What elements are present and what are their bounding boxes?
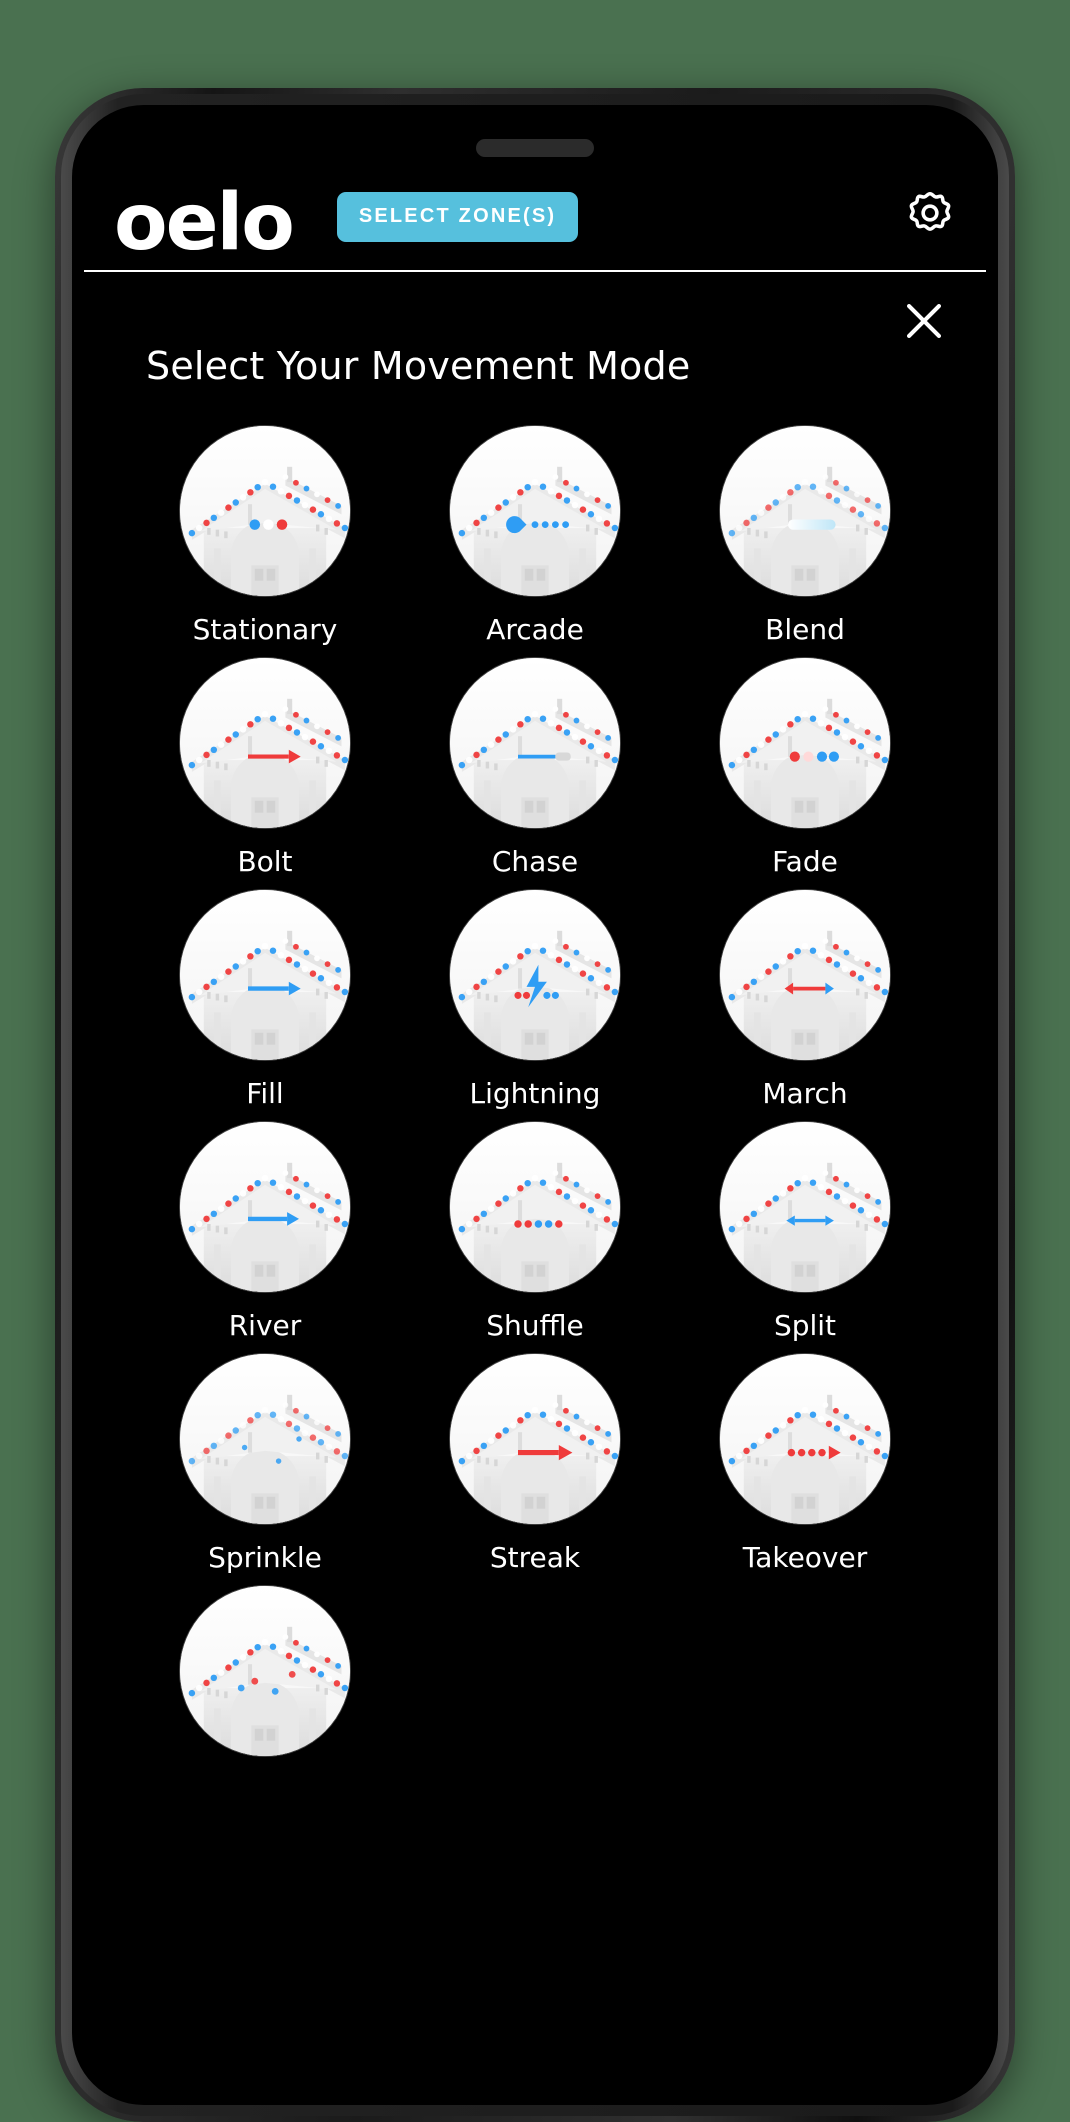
mode-label: Lightning — [469, 1077, 601, 1110]
house-thumbnail-river — [180, 1122, 350, 1292]
mode-option-split[interactable]: Split — [670, 1122, 940, 1350]
house-thumbnail-split — [720, 1122, 890, 1292]
mode-option-bolt[interactable]: Bolt — [130, 658, 400, 886]
mode-label: Chase — [491, 845, 579, 878]
movement-mode-grid: Stationary Arcade Blend Bolt Chase Fade … — [84, 426, 986, 1764]
house-thumbnail-bolt — [180, 658, 350, 828]
mode-label: Split — [773, 1309, 837, 1342]
mode-label: Sprinkle — [208, 1541, 322, 1574]
mode-option-lightning[interactable]: Lightning — [400, 890, 670, 1118]
close-icon — [901, 298, 947, 347]
house-thumbnail-chase — [450, 658, 620, 828]
mode-label: Blend — [765, 613, 845, 646]
house-thumbnail-arcade — [450, 426, 620, 596]
brand-logo: oelo — [114, 177, 295, 268]
phone-screen: oelo SELECT ZONE(S) Select Your Movement… — [84, 117, 986, 2093]
select-zones-button[interactable]: SELECT ZONE(S) — [336, 192, 579, 242]
settings-gear-button[interactable] — [904, 188, 956, 240]
mode-option-fill[interactable]: Fill — [130, 890, 400, 1118]
house-thumbnail-partial — [180, 1586, 350, 1756]
mode-label: River — [228, 1309, 302, 1342]
close-modal-button[interactable] — [896, 294, 952, 350]
mode-label: Shuffle — [486, 1309, 584, 1342]
house-thumbnail-blend — [720, 426, 890, 596]
phone-frame: oelo SELECT ZONE(S) Select Your Movement… — [55, 88, 1015, 2122]
mode-label: Fade — [772, 845, 838, 878]
mode-option-sprinkle[interactable]: Sprinkle — [130, 1354, 400, 1582]
gear-icon — [905, 188, 955, 241]
mode-option-arcade[interactable]: Arcade — [400, 426, 670, 654]
house-thumbnail-fade — [720, 658, 890, 828]
mode-label: Fill — [246, 1077, 284, 1110]
house-thumbnail-sprinkle — [180, 1354, 350, 1524]
mode-option-partial[interactable] — [130, 1586, 400, 1764]
notch-speaker — [476, 139, 594, 157]
house-thumbnail-stationary — [180, 426, 350, 596]
mode-label: Arcade — [486, 613, 584, 646]
mode-option-shuffle[interactable]: Shuffle — [400, 1122, 670, 1350]
mode-option-river[interactable]: River — [130, 1122, 400, 1350]
mode-option-blend[interactable]: Blend — [670, 426, 940, 654]
house-thumbnail-takeover — [720, 1354, 890, 1524]
mode-label: Streak — [489, 1541, 581, 1574]
house-thumbnail-streak — [450, 1354, 620, 1524]
mode-label: Takeover — [742, 1541, 868, 1574]
mode-option-stationary[interactable]: Stationary — [130, 426, 400, 654]
mode-option-march[interactable]: March — [670, 890, 940, 1118]
page-title: Select Your Movement Mode — [146, 344, 691, 388]
house-thumbnail-march — [720, 890, 890, 1060]
movement-mode-panel: Select Your Movement Mode Stationary Arc… — [84, 272, 986, 2091]
mode-option-takeover[interactable]: Takeover — [670, 1354, 940, 1582]
house-thumbnail-fill — [180, 890, 350, 1060]
mode-label: Bolt — [237, 845, 293, 878]
mode-option-fade[interactable]: Fade — [670, 658, 940, 886]
mode-label: Stationary — [192, 613, 338, 646]
mode-option-streak[interactable]: Streak — [400, 1354, 670, 1582]
house-thumbnail-lightning — [450, 890, 620, 1060]
mode-label: March — [762, 1077, 848, 1110]
mode-option-chase[interactable]: Chase — [400, 658, 670, 886]
house-thumbnail-shuffle — [450, 1122, 620, 1292]
